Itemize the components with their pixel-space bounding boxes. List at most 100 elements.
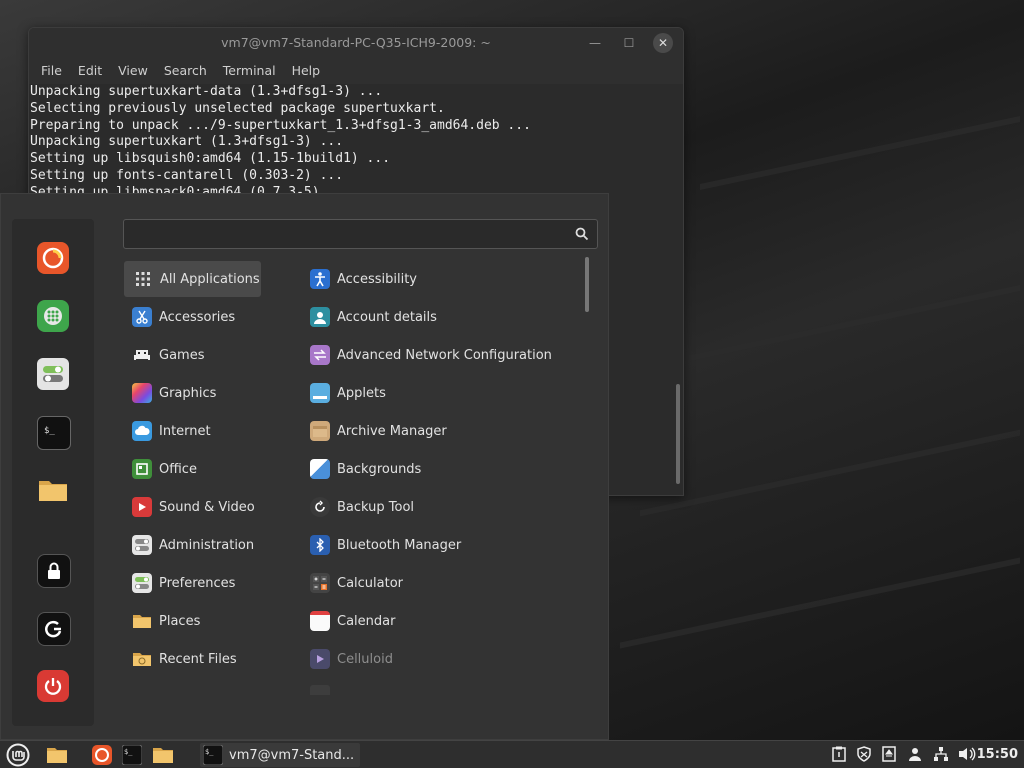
terminal-titlebar[interactable]: vm7@vm7-Standard-PC-Q35-ICH9-2009: ~ — ☐… [29, 28, 683, 58]
category-administration[interactable]: Administration [132, 527, 254, 563]
favorite-shutdown[interactable] [37, 670, 69, 702]
taskbar-terminal-launcher[interactable]: $_ [120, 743, 144, 767]
grid-icon [133, 269, 153, 289]
tray-shield[interactable] [855, 745, 873, 763]
favorite-terminal[interactable]: $_ [37, 416, 71, 450]
toggle-icon [132, 573, 152, 593]
app-label: Applets [337, 385, 386, 401]
menu-button[interactable] [3, 743, 33, 767]
app-backgrounds[interactable]: Backgrounds [310, 451, 421, 487]
office-icon [132, 459, 152, 479]
app-bluetooth-manager[interactable]: Bluetooth Manager [310, 527, 461, 563]
tray-user[interactable] [906, 745, 924, 763]
taskbar-window-terminal[interactable]: $_ vm7@vm7-Stand... [200, 743, 360, 767]
wallpaper-stripe [700, 115, 1020, 191]
app-label: Account details [337, 309, 437, 325]
svg-text:$_: $_ [205, 748, 214, 756]
taskbar-window-label: vm7@vm7-Stand... [229, 747, 355, 763]
settings-toggle-icon [43, 366, 63, 382]
category-recent-files[interactable]: Recent Files [132, 641, 237, 677]
taskbar-files-launcher-2[interactable] [150, 743, 176, 767]
minimize-icon: — [589, 36, 601, 50]
tray-volume[interactable] [958, 745, 976, 763]
category-label: Places [159, 613, 201, 629]
svg-text:$_: $_ [124, 748, 133, 756]
app-applets[interactable]: Applets [310, 375, 386, 411]
network-icon [310, 345, 330, 365]
app-label: Bluetooth Manager [337, 537, 462, 553]
play-icon [132, 497, 152, 517]
applets-icon [310, 383, 330, 403]
tray-updates[interactable] [880, 745, 898, 763]
app-calculator[interactable]: Calculator [310, 565, 403, 601]
favorite-logout[interactable] [37, 612, 71, 646]
search-input[interactable] [124, 220, 580, 248]
minimize-button[interactable]: — [585, 33, 605, 53]
app-account-details[interactable]: Account details [310, 299, 437, 335]
mint-logo-icon [6, 743, 30, 767]
terminal-line: Preparing to unpack .../9-supertuxkart_1… [30, 117, 531, 133]
category-label: Graphics [159, 385, 217, 401]
menu-file[interactable]: File [33, 58, 70, 84]
app-partial-item [310, 685, 330, 695]
folder-icon [47, 748, 67, 763]
favorite-software-manager[interactable] [37, 300, 69, 332]
folder-icon [39, 481, 67, 501]
favorite-lock-screen[interactable] [37, 554, 71, 588]
favorite-system-settings[interactable] [37, 358, 69, 390]
category-all-applications[interactable]: All Applications [124, 261, 261, 297]
app-celluloid[interactable]: Celluloid [310, 641, 393, 677]
maximize-icon: ☐ [623, 36, 635, 50]
scissors-icon [132, 307, 152, 327]
tray-network[interactable] [932, 745, 950, 763]
taskbar-clock[interactable]: 15:50 [977, 741, 1018, 768]
software-manager-icon [44, 307, 62, 325]
category-sound-video[interactable]: Sound & Video [132, 489, 255, 525]
menu-terminal[interactable]: Terminal [215, 58, 284, 84]
category-office[interactable]: Office [132, 451, 197, 487]
category-games[interactable]: Games [132, 337, 204, 373]
taskbar-files-launcher[interactable] [44, 743, 70, 767]
category-label: Office [159, 461, 197, 477]
category-preferences[interactable]: Preferences [132, 565, 235, 601]
terminal-icon: $_ [44, 426, 55, 436]
search-box[interactable] [123, 219, 598, 249]
menu-view[interactable]: View [110, 58, 156, 84]
app-list-scrollbar[interactable] [585, 257, 589, 312]
favorite-files[interactable] [37, 474, 69, 506]
terminal-line: Setting up libsquish0:amd64 (1.15-1build… [30, 151, 391, 167]
terminal-line: Unpacking supertuxkart-data (1.3+dfsg1-3… [30, 84, 383, 99]
app-calendar[interactable]: Calendar [310, 603, 395, 639]
app-archive-manager[interactable]: Archive Manager [310, 413, 447, 449]
category-graphics[interactable]: Graphics [132, 375, 216, 411]
maximize-button[interactable]: ☐ [619, 33, 639, 53]
terminal-line: Selecting previously unselected package … [30, 100, 445, 116]
celluloid-icon [310, 649, 330, 669]
terminal-menubar: File Edit View Search Terminal Help [29, 58, 683, 84]
close-button[interactable]: ✕ [653, 33, 673, 53]
cloud-icon [132, 421, 152, 441]
favorite-firefox[interactable] [37, 242, 69, 274]
category-internet[interactable]: Internet [132, 413, 211, 449]
terminal-title: vm7@vm7-Standard-PC-Q35-ICH9-2009: ~ [221, 35, 491, 50]
wallpaper-stripe [640, 429, 1020, 517]
app-advanced-network-configuration[interactable]: Advanced Network Configuration [310, 337, 552, 373]
category-places[interactable]: Places [132, 603, 200, 639]
category-label: Recent Files [159, 651, 237, 667]
menu-search[interactable]: Search [156, 58, 215, 84]
terminal-line: Unpacking supertuxkart (1.3+dfsg1-3) ... [30, 134, 344, 150]
gamepad-icon [132, 345, 152, 365]
category-label: Internet [159, 423, 211, 439]
app-backup-tool[interactable]: Backup Tool [310, 489, 414, 525]
taskbar-firefox-launcher[interactable] [90, 743, 114, 767]
terminal-scrollbar[interactable] [676, 384, 680, 484]
category-accessories[interactable]: Accessories [132, 299, 235, 335]
tray-clipboard[interactable] [830, 745, 848, 763]
app-accessibility[interactable]: Accessibility [310, 261, 417, 297]
menu-edit[interactable]: Edit [70, 58, 110, 84]
calendar-icon [310, 611, 330, 631]
category-label: Preferences [159, 575, 236, 591]
firefox-icon [42, 247, 64, 269]
menu-help[interactable]: Help [284, 58, 329, 84]
clipboard-icon [832, 746, 846, 762]
